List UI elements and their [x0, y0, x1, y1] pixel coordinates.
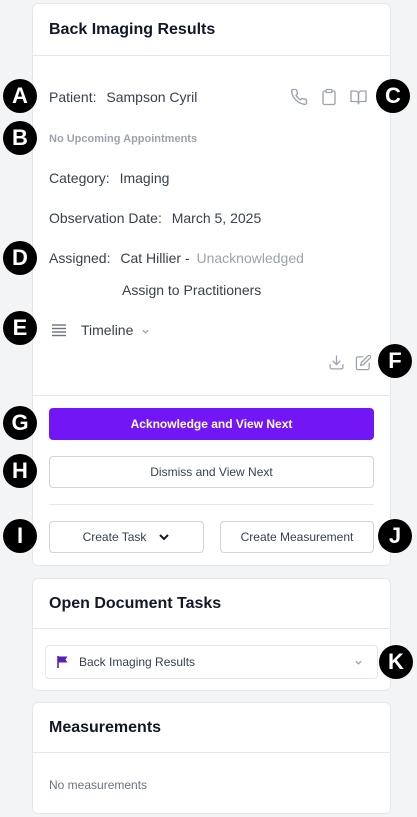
measurements-card: Measurements No measurements: [32, 702, 391, 814]
list-icon[interactable]: [51, 322, 67, 338]
patient-row: Patient: Sampson Cyril: [49, 89, 197, 105]
assigned-value: Cat Hillier -: [120, 250, 190, 266]
book-icon[interactable]: [349, 88, 368, 106]
timeline-toggle[interactable]: Timeline: [81, 322, 150, 338]
category-value: Imaging: [119, 170, 170, 186]
category-label: Category:: [49, 170, 110, 186]
marker-f: F: [378, 344, 412, 378]
download-icon[interactable]: [328, 354, 345, 371]
marker-k: K: [379, 645, 413, 679]
upcoming-appointments: No Upcoming Appointments: [49, 133, 198, 145]
measurements-card-title: Measurements: [33, 703, 390, 753]
assign-practitioners-link[interactable]: Assign to Practitioners: [122, 282, 261, 298]
chevron-down-icon: [158, 531, 170, 543]
category-row: Category: Imaging: [49, 170, 169, 186]
observation-date-label: Observation Date:: [49, 210, 162, 226]
result-card: Back Imaging Results Patient: Sampson Cy…: [32, 3, 391, 566]
patient-name[interactable]: Sampson Cyril: [106, 89, 197, 105]
task-item-dropdown[interactable]: Back Imaging Results: [45, 645, 378, 679]
observation-date-value: March 5, 2025: [171, 210, 262, 226]
buttons-divider: [49, 504, 374, 505]
result-card-title: Back Imaging Results: [33, 4, 390, 56]
chevron-down-icon: [354, 658, 363, 667]
marker-d: D: [3, 241, 37, 275]
flag-icon: [56, 655, 70, 669]
create-measurement-button[interactable]: Create Measurement: [220, 521, 374, 553]
create-task-label: Create Task: [82, 530, 147, 544]
marker-c: C: [376, 79, 410, 113]
assigned-label: Assigned:: [49, 250, 111, 266]
acknowledge-button[interactable]: Acknowledge and View Next: [49, 408, 374, 440]
measurements-empty-text: No measurements: [49, 778, 148, 792]
create-task-button[interactable]: Create Task: [49, 521, 204, 553]
tasks-card-title: Open Document Tasks: [33, 579, 390, 629]
marker-g: G: [3, 406, 37, 440]
observation-date-row: Observation Date: March 5, 2025: [49, 210, 261, 226]
tasks-card: Open Document Tasks Back Imaging Results: [32, 578, 391, 691]
edit-icon[interactable]: [355, 354, 372, 371]
marker-i: I: [3, 519, 37, 553]
assigned-row: Assigned: Cat Hillier - Unacknowledged: [49, 250, 304, 266]
task-item-label: Back Imaging Results: [79, 655, 196, 669]
marker-h: H: [3, 454, 37, 488]
marker-j: J: [378, 519, 412, 553]
assigned-status: Unacknowledged: [196, 250, 304, 266]
phone-icon[interactable]: [290, 88, 308, 106]
marker-b: B: [3, 121, 37, 155]
timeline-label: Timeline: [81, 322, 134, 338]
patient-label: Patient:: [49, 89, 97, 105]
marker-e: E: [3, 311, 37, 345]
clipboard-icon[interactable]: [320, 88, 338, 106]
chevron-down-icon: [141, 327, 150, 336]
dismiss-button[interactable]: Dismiss and View Next: [49, 456, 374, 488]
marker-a: A: [3, 79, 37, 113]
section-divider: [33, 395, 390, 396]
